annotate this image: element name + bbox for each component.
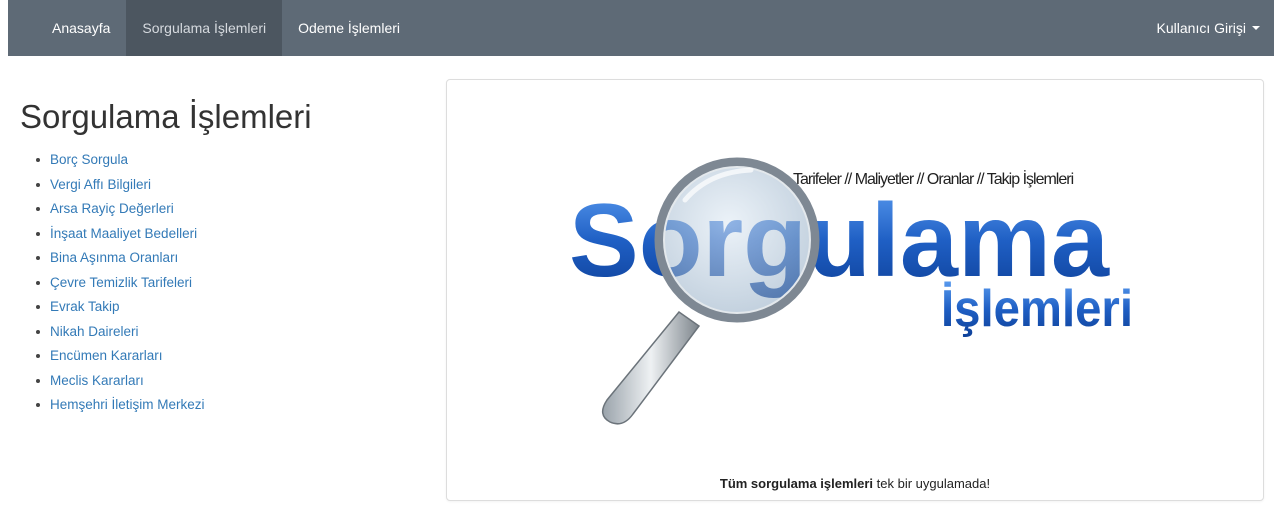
list-item: Nikah Daireleri (36, 320, 420, 345)
link-borc-sorgula[interactable]: Borç Sorgula (50, 152, 128, 167)
bullet-icon (36, 305, 40, 309)
list-item: Borç Sorgula (36, 148, 420, 173)
link-hemsehri-iletisim-merkezi[interactable]: Hemşehri İletişim Merkezi (50, 397, 205, 412)
bullet-icon (36, 158, 40, 162)
nav-item-odeme-islemleri[interactable]: Odeme İşlemleri (282, 0, 416, 56)
link-bina-asinma-oranlari[interactable]: Bina Aşınma Oranları (50, 250, 178, 265)
link-nikah-daireleri[interactable]: Nikah Daireleri (50, 324, 139, 339)
user-login-label: Kullanıcı Girişi (1156, 20, 1246, 36)
banner-panel: Tarifeler // Maliyetler // Oranlar // Ta… (446, 79, 1264, 501)
banner-caption: Tüm sorgulama işlemleri tek bir uygulama… (447, 476, 1263, 491)
link-arsa-rayic-degerleri[interactable]: Arsa Rayiç Değerleri (50, 201, 174, 216)
link-insaat-maaliyet-bedelleri[interactable]: İnşaat Maaliyet Bedelleri (50, 226, 197, 241)
list-item: Meclis Kararları (36, 369, 420, 394)
list-item: Bina Aşınma Oranları (36, 246, 420, 271)
bullet-icon (36, 403, 40, 407)
sorgulama-banner-image: Tarifeler // Maliyetler // Oranlar // Ta… (569, 157, 1133, 425)
list-item: Evrak Takip (36, 295, 420, 320)
nav-menu: Anasayfa Sorgulama İşlemleri Odeme İşlem… (36, 0, 416, 56)
list-item: Vergi Affı Bilgileri (36, 173, 420, 198)
query-links-list: Borç Sorgula Vergi Affı Bilgileri Arsa R… (20, 148, 420, 418)
page-title: Sorgulama İşlemleri (20, 98, 312, 135)
link-vergi-affi-bilgileri[interactable]: Vergi Affı Bilgileri (50, 177, 151, 192)
bullet-icon (36, 207, 40, 211)
bullet-icon (36, 280, 40, 285)
bullet-icon (36, 231, 40, 236)
caption-bold-text: Tüm sorgulama işlemleri (719, 476, 874, 491)
caption-text: tek bir uygulamada! (873, 476, 991, 491)
link-meclis-kararlari[interactable]: Meclis Kararları (50, 373, 144, 388)
list-item: Hemşehri İletişim Merkezi (36, 393, 420, 418)
nav-item-sorgulama-islemleri[interactable]: Sorgulama İşlemleri (126, 0, 283, 56)
link-encumen-kararlari[interactable]: Encümen Kararları (50, 348, 163, 363)
list-item: İnşaat Maaliyet Bedelleri (36, 222, 420, 247)
link-evrak-takip[interactable]: Evrak Takip (50, 299, 120, 314)
list-item: Encümen Kararları (36, 344, 420, 369)
caret-down-icon (1252, 26, 1260, 30)
bullet-icon (36, 329, 40, 334)
banner-sub-word: İşlemleri (941, 280, 1133, 338)
list-item: Arsa Rayiç Değerleri (36, 197, 420, 222)
link-cevre-temizlik-tarifeleri[interactable]: Çevre Temizlik Tarifeleri (50, 275, 192, 290)
bullet-icon (36, 256, 40, 260)
bullet-icon (36, 182, 40, 187)
bullet-icon (36, 354, 40, 358)
top-navbar: Anasayfa Sorgulama İşlemleri Odeme İşlem… (8, 0, 1274, 56)
user-login-dropdown[interactable]: Kullanıcı Girişi (1157, 0, 1274, 56)
sidebar: Sorgulama İşlemleri Borç Sorgula Vergi A… (20, 98, 420, 418)
nav-item-anasayfa[interactable]: Anasayfa (36, 0, 126, 56)
bullet-icon (36, 378, 40, 383)
list-item: Çevre Temizlik Tarifeleri (36, 271, 420, 296)
